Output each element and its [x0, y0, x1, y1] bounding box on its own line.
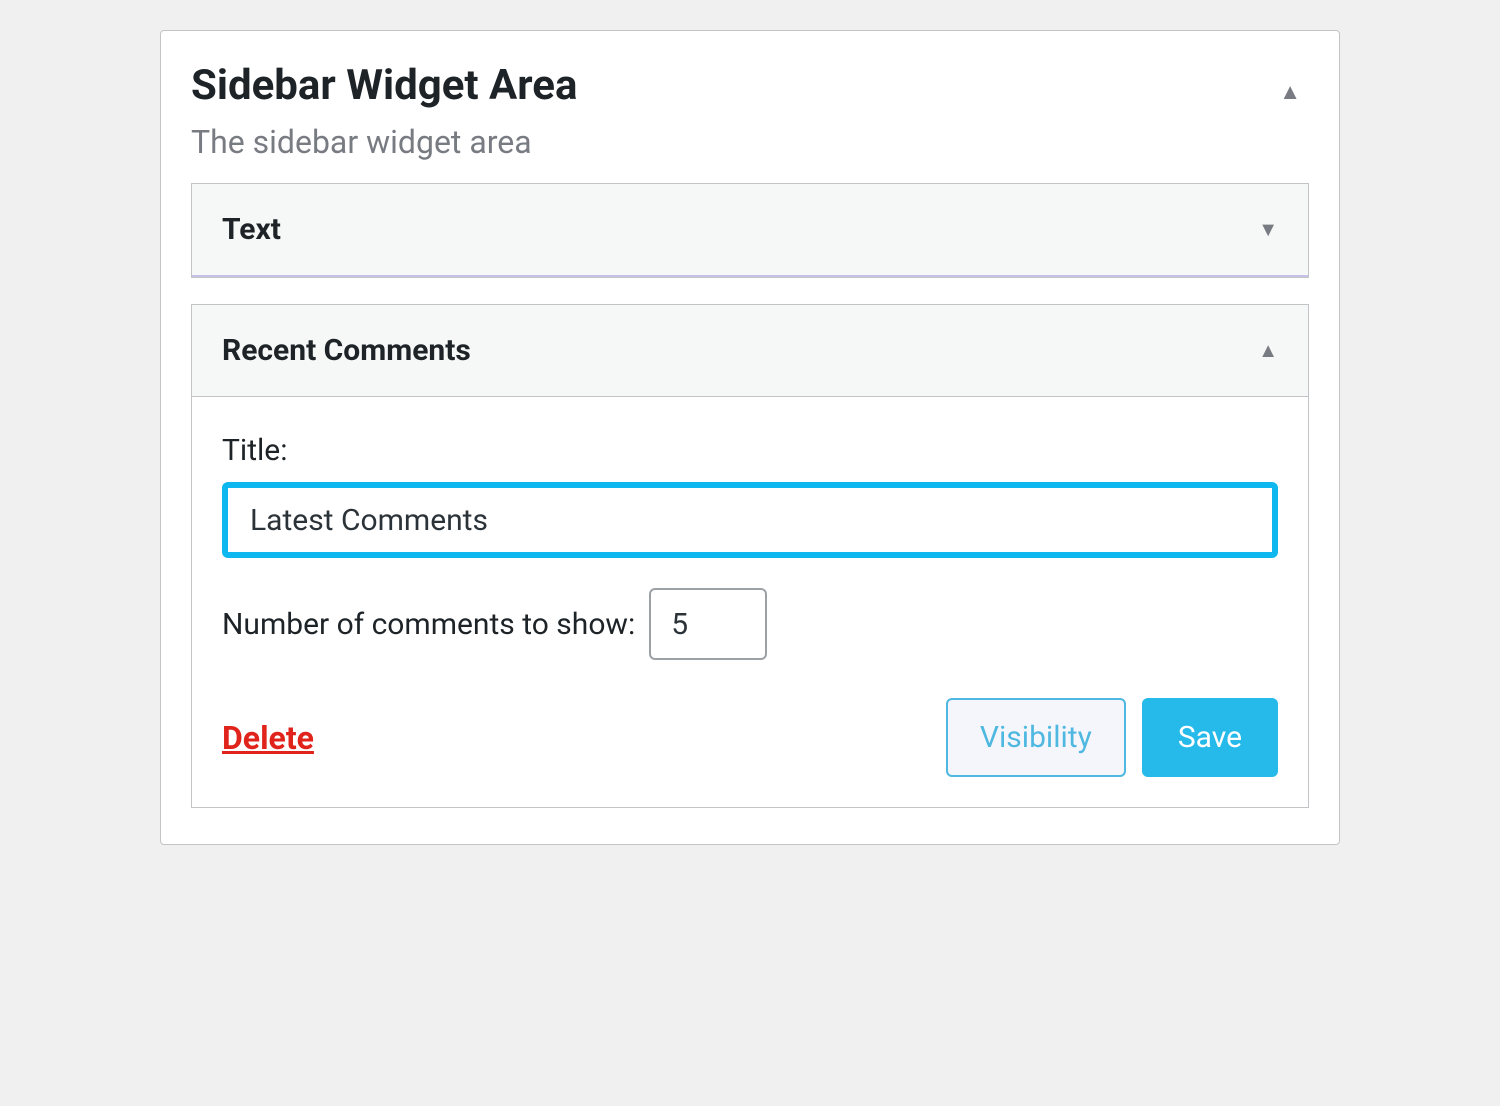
title-label: Title: [222, 433, 1278, 468]
widget-recent-comments: Recent Comments ▲ Title: Number of comme… [191, 304, 1309, 808]
triangle-down-icon: ▼ [1258, 217, 1278, 241]
widget-actions: Delete Visibility Save [222, 698, 1278, 777]
title-input[interactable] [222, 482, 1278, 558]
action-buttons: Visibility Save [946, 698, 1278, 777]
panel-header: Sidebar Widget Area The sidebar widget a… [191, 61, 1309, 161]
count-input[interactable] [649, 588, 767, 660]
save-button[interactable]: Save [1142, 698, 1278, 777]
panel-title: Sidebar Widget Area [191, 61, 1271, 111]
triangle-up-icon: ▲ [1279, 80, 1301, 105]
widget-recent-comments-label: Recent Comments [222, 333, 471, 368]
panel-collapse-toggle[interactable]: ▲ [1271, 75, 1309, 109]
widget-text-header[interactable]: Text ▼ [192, 184, 1308, 277]
delete-button[interactable]: Delete [222, 719, 314, 757]
widget-recent-comments-header[interactable]: Recent Comments ▲ [192, 305, 1308, 397]
panel-header-text: Sidebar Widget Area The sidebar widget a… [191, 61, 1271, 161]
widget-text: Text ▼ [191, 183, 1309, 278]
widget-recent-comments-toggle[interactable]: ▲ [1258, 338, 1278, 363]
sidebar-widget-area-panel: Sidebar Widget Area The sidebar widget a… [160, 30, 1340, 845]
triangle-up-icon: ▲ [1258, 338, 1278, 362]
count-field-row: Number of comments to show: [222, 588, 1278, 660]
visibility-button[interactable]: Visibility [946, 698, 1126, 777]
widget-recent-comments-body: Title: Number of comments to show: Delet… [192, 397, 1308, 807]
count-label: Number of comments to show: [222, 607, 635, 642]
title-field-row: Title: [222, 433, 1278, 558]
widget-text-toggle[interactable]: ▼ [1258, 217, 1278, 242]
widget-text-label: Text [222, 212, 281, 247]
panel-subtitle: The sidebar widget area [191, 123, 1271, 161]
